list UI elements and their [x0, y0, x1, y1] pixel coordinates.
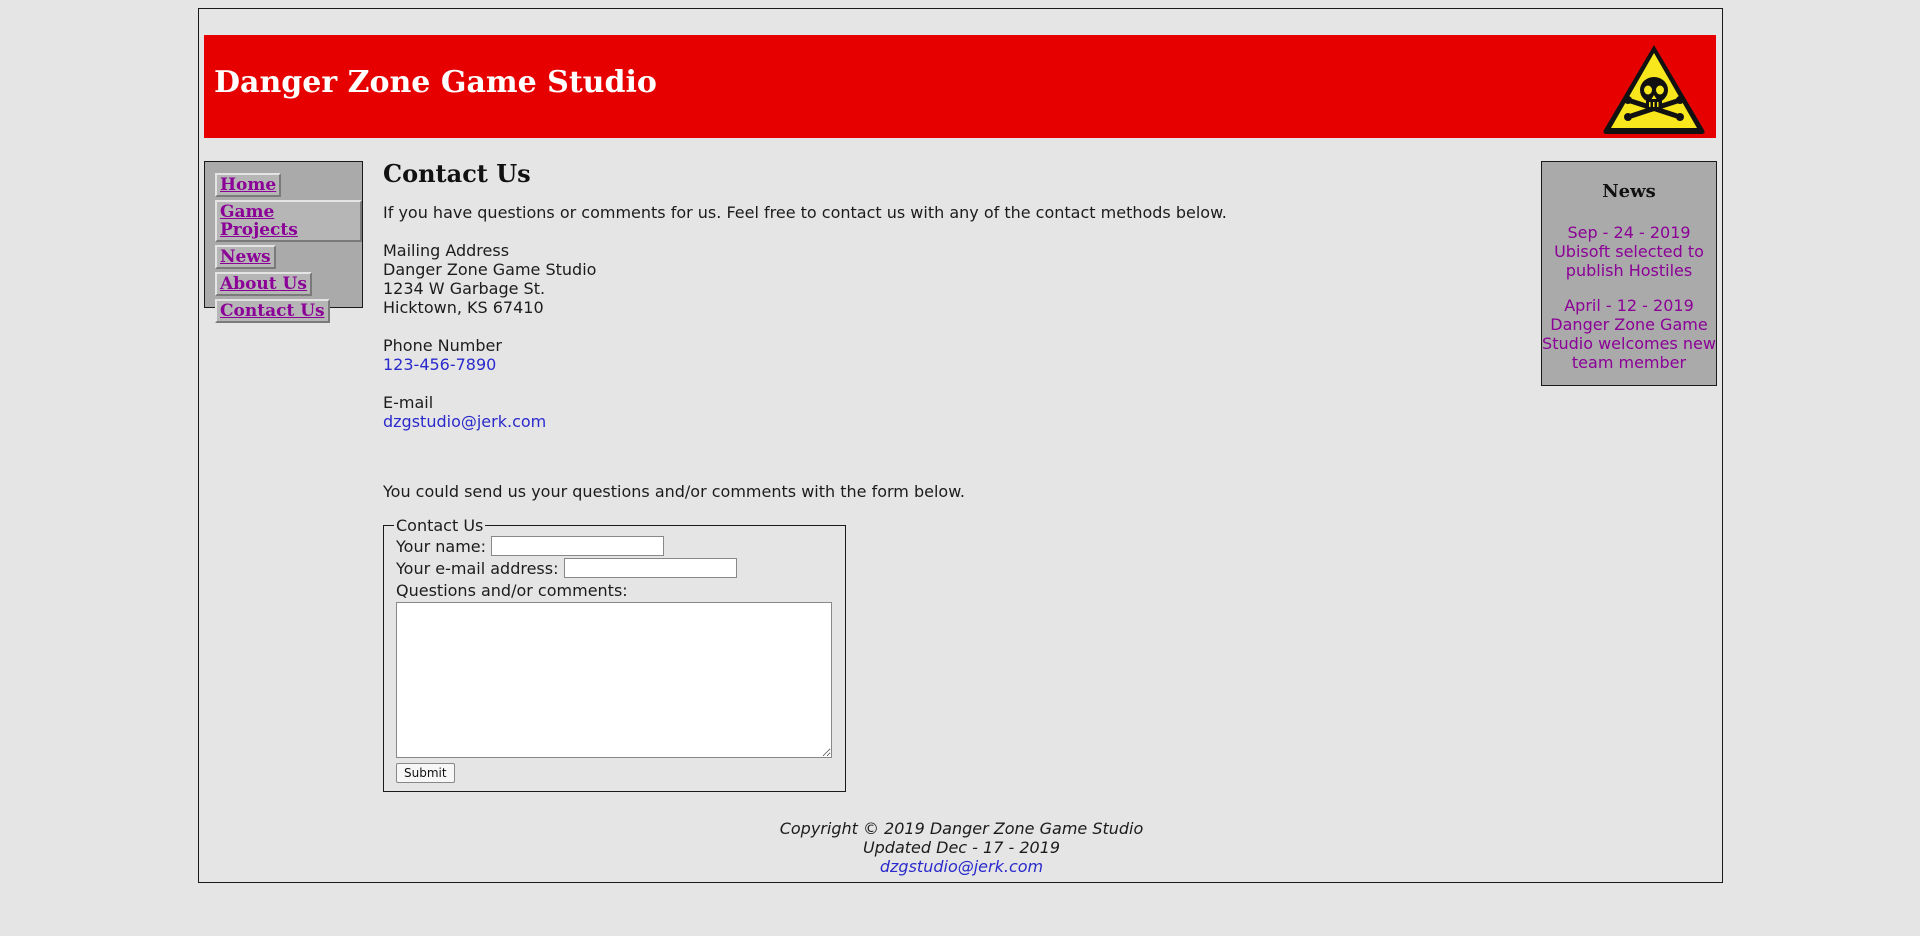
mailing-address: Mailing Address Danger Zone Game Studio …	[383, 241, 1383, 317]
site-title: Danger Zone Game Studio	[214, 65, 657, 100]
form-intro-text: You could send us your questions and/or …	[383, 482, 965, 501]
phone-label: Phone Number	[383, 336, 502, 355]
email-field-label: Your e-mail address:	[396, 559, 559, 578]
mailing-line-1: Danger Zone Game Studio	[383, 260, 597, 279]
contact-form-legend: Contact Us	[396, 516, 484, 535]
email-row: Your e-mail address:	[396, 558, 833, 580]
comments-label: Questions and/or comments:	[396, 581, 628, 600]
nav-game-projects-link[interactable]: Game Projects	[215, 200, 362, 242]
news-title: News	[1602, 181, 1656, 202]
mailing-label: Mailing Address	[383, 241, 510, 260]
nav-home-link[interactable]: Home	[215, 173, 282, 197]
nav-about-us-link[interactable]: About Us	[215, 272, 312, 296]
name-row: Your name:	[396, 536, 833, 558]
news-item[interactable]: Sep - 24 - 2019 Ubisoft selected to publ…	[1542, 223, 1716, 280]
copyright-text: Copyright © 2019 Danger Zone Game Studio	[779, 819, 1144, 838]
nav-news-link[interactable]: News	[215, 245, 276, 269]
comments-textarea[interactable]	[396, 602, 832, 758]
phone-link[interactable]: 123-456-7890	[383, 355, 1383, 374]
main-content: Contact Us If you have questions or comm…	[383, 159, 1383, 792]
submit-button[interactable]: Submit	[396, 763, 455, 783]
footer: Copyright © 2019 Danger Zone Game Studio…	[199, 819, 1724, 876]
page-title: Contact Us	[383, 159, 531, 188]
footer-email-link[interactable]: dzgstudio@jerk.com	[199, 857, 1724, 876]
email-input[interactable]	[563, 558, 737, 578]
news-sidebar: News Sep - 24 - 2019 Ubisoft selected to…	[1541, 161, 1717, 386]
contact-form: Contact Us Your name: Your e-mail addres…	[383, 515, 846, 792]
phone-section: Phone Number 123-456-7890	[383, 336, 1383, 374]
news-item[interactable]: April - 12 - 2019 Danger Zone Game Studi…	[1542, 296, 1716, 372]
updated-text: Updated Dec - 17 - 2019	[862, 838, 1061, 857]
email-link[interactable]: dzgstudio@jerk.com	[383, 412, 1383, 431]
email-section: E-mail dzgstudio@jerk.com	[383, 393, 1383, 431]
nav-contact-us-link[interactable]: Contact Us	[215, 299, 330, 323]
header-banner: Danger Zone Game Studio	[204, 35, 1716, 138]
side-nav: Home Game Projects News About Us Contact…	[204, 161, 363, 323]
skull-crossbones-warning-icon	[1603, 45, 1705, 134]
mailing-line-3: Hicktown, KS 67410	[383, 298, 544, 317]
page-wrapper: Danger Zone Game Studio Home Game Projec…	[198, 8, 1723, 883]
intro-text: If you have questions or comments for us…	[383, 203, 1227, 222]
name-input[interactable]	[491, 536, 665, 556]
name-label: Your name:	[396, 537, 487, 556]
mailing-line-2: 1234 W Garbage St.	[383, 279, 546, 298]
email-label: E-mail	[383, 393, 434, 412]
